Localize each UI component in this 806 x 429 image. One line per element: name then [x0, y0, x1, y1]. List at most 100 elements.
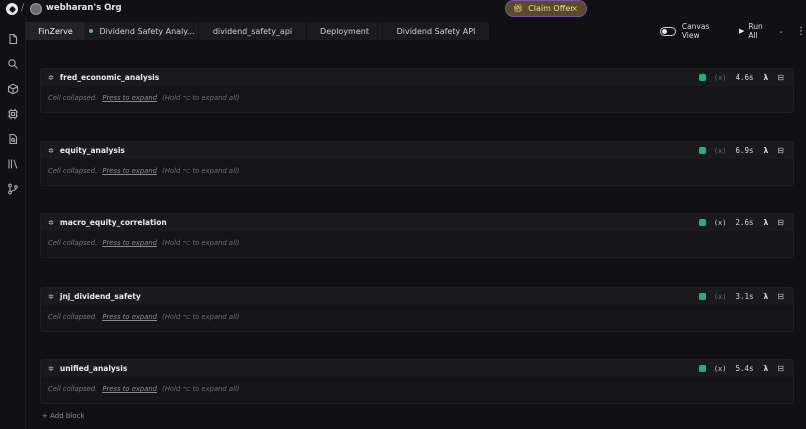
add-block-button[interactable]: + Add block — [42, 412, 84, 420]
variables-icon[interactable]: (x) — [714, 365, 727, 373]
expand-hint: (Hold ⌥ to expand all) — [162, 94, 240, 102]
cell-meta: (x) 3.1s λ ⊟ — [698, 292, 784, 301]
active-dot-icon — [89, 29, 94, 33]
file-search-icon[interactable] — [7, 133, 19, 145]
status-success-icon — [698, 74, 706, 81]
lambda-icon[interactable]: λ — [764, 73, 769, 82]
app-logo-icon[interactable] — [6, 3, 18, 15]
cell-header[interactable]: ✲ fred_economic_analysis (x) 4.6s λ ⊟ — [41, 69, 793, 86]
collapse-icon[interactable]: ⊟ — [777, 146, 784, 155]
chip-icon[interactable] — [7, 108, 19, 120]
expand-link[interactable]: Press to expand — [102, 167, 157, 175]
gift-icon: 🎁︎ — [513, 4, 524, 13]
status-success-icon — [698, 147, 706, 154]
cell-title: fred_economic_analysis — [59, 73, 160, 82]
collapse-icon[interactable]: ⊟ — [777, 292, 784, 301]
cell-header[interactable]: ✲ macro_equity_correlation (x) 2.6s λ ⊟ — [41, 214, 793, 231]
code-cell[interactable]: ✲ macro_equity_correlation (x) 2.6s λ ⊟ … — [40, 213, 794, 258]
expand-link[interactable]: Press to expand — [102, 239, 157, 247]
tab-label: FinZerve — [38, 26, 73, 36]
notebook-toolbar: Canvas View ▶ Run All ⌄ ⋮ — [660, 22, 806, 40]
collapsed-text: Cell collapsed. — [48, 313, 98, 321]
python-icon: ✲ — [48, 292, 54, 301]
code-cell[interactable]: ✲ jnj_dividend_safety (x) 3.1s λ ⊟ Cell … — [40, 287, 794, 332]
variables-icon[interactable]: (x) — [714, 219, 727, 227]
lambda-icon[interactable]: λ — [764, 146, 769, 155]
run-all-button[interactable]: Run All — [748, 22, 774, 40]
library-icon[interactable] — [7, 158, 19, 170]
cell-meta: (x) 4.6s λ ⊟ — [698, 73, 784, 82]
run-time: 6.9s — [735, 146, 754, 155]
cell-meta: (x) 5.4s λ ⊟ — [698, 364, 784, 373]
expand-hint: (Hold ⌥ to expand all) — [162, 313, 240, 321]
cell-title: unified_analysis — [59, 364, 128, 373]
python-icon: ✲ — [48, 146, 54, 155]
tab-dividend-safety-analysis[interactable]: Dividend Safety Analy... — [86, 22, 199, 40]
python-icon: ✲ — [48, 73, 54, 82]
chevron-down-icon[interactable]: ⌄ — [778, 27, 784, 35]
variables-icon[interactable]: (x) — [714, 147, 727, 155]
status-success-icon — [698, 219, 706, 226]
cell-header[interactable]: ✲ equity_analysis (x) 6.9s λ ⊟ — [41, 142, 793, 159]
cell-body: Cell collapsed. Press to expand (Hold ⌥ … — [41, 305, 793, 329]
cell-body: Cell collapsed. Press to expand (Hold ⌥ … — [41, 86, 793, 110]
collapse-icon[interactable]: ⊟ — [777, 218, 784, 227]
close-icon[interactable]: × — [571, 4, 578, 13]
status-success-icon — [698, 293, 706, 300]
python-icon: ✲ — [48, 218, 54, 227]
tab-deployment[interactable]: Deployment — [307, 22, 383, 40]
top-bar: / webharan's Org ⌄ 🎁︎ Claim Offer × — [0, 0, 806, 18]
code-cell[interactable]: ✲ fred_economic_analysis (x) 4.6s λ ⊟ Ce… — [40, 68, 794, 113]
tab-dividend-safety-api-notebook[interactable]: dividend_safety_api — [199, 22, 307, 40]
cell-header[interactable]: ✲ unified_analysis (x) 5.4s λ ⊟ — [41, 360, 793, 377]
org-avatar[interactable] — [30, 3, 42, 15]
code-cell[interactable]: ✲ equity_analysis (x) 6.9s λ ⊟ Cell coll… — [40, 141, 794, 186]
collapsed-text: Cell collapsed. — [48, 385, 98, 393]
collapse-icon[interactable]: ⊟ — [777, 364, 784, 373]
canvas-view-toggle[interactable] — [660, 26, 676, 36]
expand-link[interactable]: Press to expand — [102, 385, 157, 393]
expand-link[interactable]: Press to expand — [102, 94, 157, 102]
notebook-tabs: FinZerve Dividend Safety Analy... divide… — [26, 22, 490, 40]
run-time: 3.1s — [735, 292, 754, 301]
status-success-icon — [698, 365, 706, 372]
tab-dividend-safety-api[interactable]: Dividend Safety API — [383, 22, 490, 40]
expand-hint: (Hold ⌥ to expand all) — [162, 167, 240, 175]
run-time: 5.4s — [735, 364, 754, 373]
tab-label: Dividend Safety API — [396, 26, 476, 36]
python-icon: ✲ — [48, 364, 54, 373]
lambda-icon[interactable]: λ — [764, 218, 769, 227]
run-time: 2.6s — [735, 218, 754, 227]
chevron-down-icon[interactable]: ⌄ — [107, 3, 114, 12]
cell-body: Cell collapsed. Press to expand (Hold ⌥ … — [41, 377, 793, 401]
collapsed-text: Cell collapsed. — [48, 167, 98, 175]
cell-title: macro_equity_correlation — [59, 218, 167, 227]
collapsed-text: Cell collapsed. — [48, 94, 98, 102]
more-options-icon[interactable]: ⋮ — [796, 26, 806, 37]
claim-offer-button[interactable]: 🎁︎ Claim Offer × — [505, 0, 587, 17]
run-time: 4.6s — [735, 73, 754, 82]
breadcrumb-separator: / — [21, 3, 25, 13]
tab-label: Dividend Safety Analy... — [99, 26, 195, 36]
search-icon[interactable] — [7, 58, 19, 70]
cell-title: equity_analysis — [59, 146, 125, 155]
git-branch-icon[interactable] — [7, 183, 19, 195]
cell-header[interactable]: ✲ jnj_dividend_safety (x) 3.1s λ ⊟ — [41, 288, 793, 305]
cell-body: Cell collapsed. Press to expand (Hold ⌥ … — [41, 159, 793, 183]
file-icon[interactable] — [7, 33, 19, 45]
tab-finzerve[interactable]: FinZerve — [26, 22, 86, 40]
cell-title: jnj_dividend_safety — [59, 292, 141, 301]
cell-meta: (x) 6.9s λ ⊟ — [698, 146, 784, 155]
lambda-icon[interactable]: λ — [764, 292, 769, 301]
lambda-icon[interactable]: λ — [764, 364, 769, 373]
claim-offer-label: Claim Offer — [528, 4, 574, 13]
collapse-icon[interactable]: ⊟ — [777, 73, 784, 82]
expand-link[interactable]: Press to expand — [102, 313, 157, 321]
variables-icon[interactable]: (x) — [714, 293, 727, 301]
play-icon[interactable]: ▶ — [739, 27, 744, 35]
tab-label: Deployment — [320, 26, 369, 36]
variables-icon[interactable]: (x) — [714, 74, 727, 82]
canvas-view-label: Canvas View — [681, 22, 710, 40]
code-cell[interactable]: ✲ unified_analysis (x) 5.4s λ ⊟ Cell col… — [40, 359, 794, 404]
package-icon[interactable] — [7, 83, 19, 95]
